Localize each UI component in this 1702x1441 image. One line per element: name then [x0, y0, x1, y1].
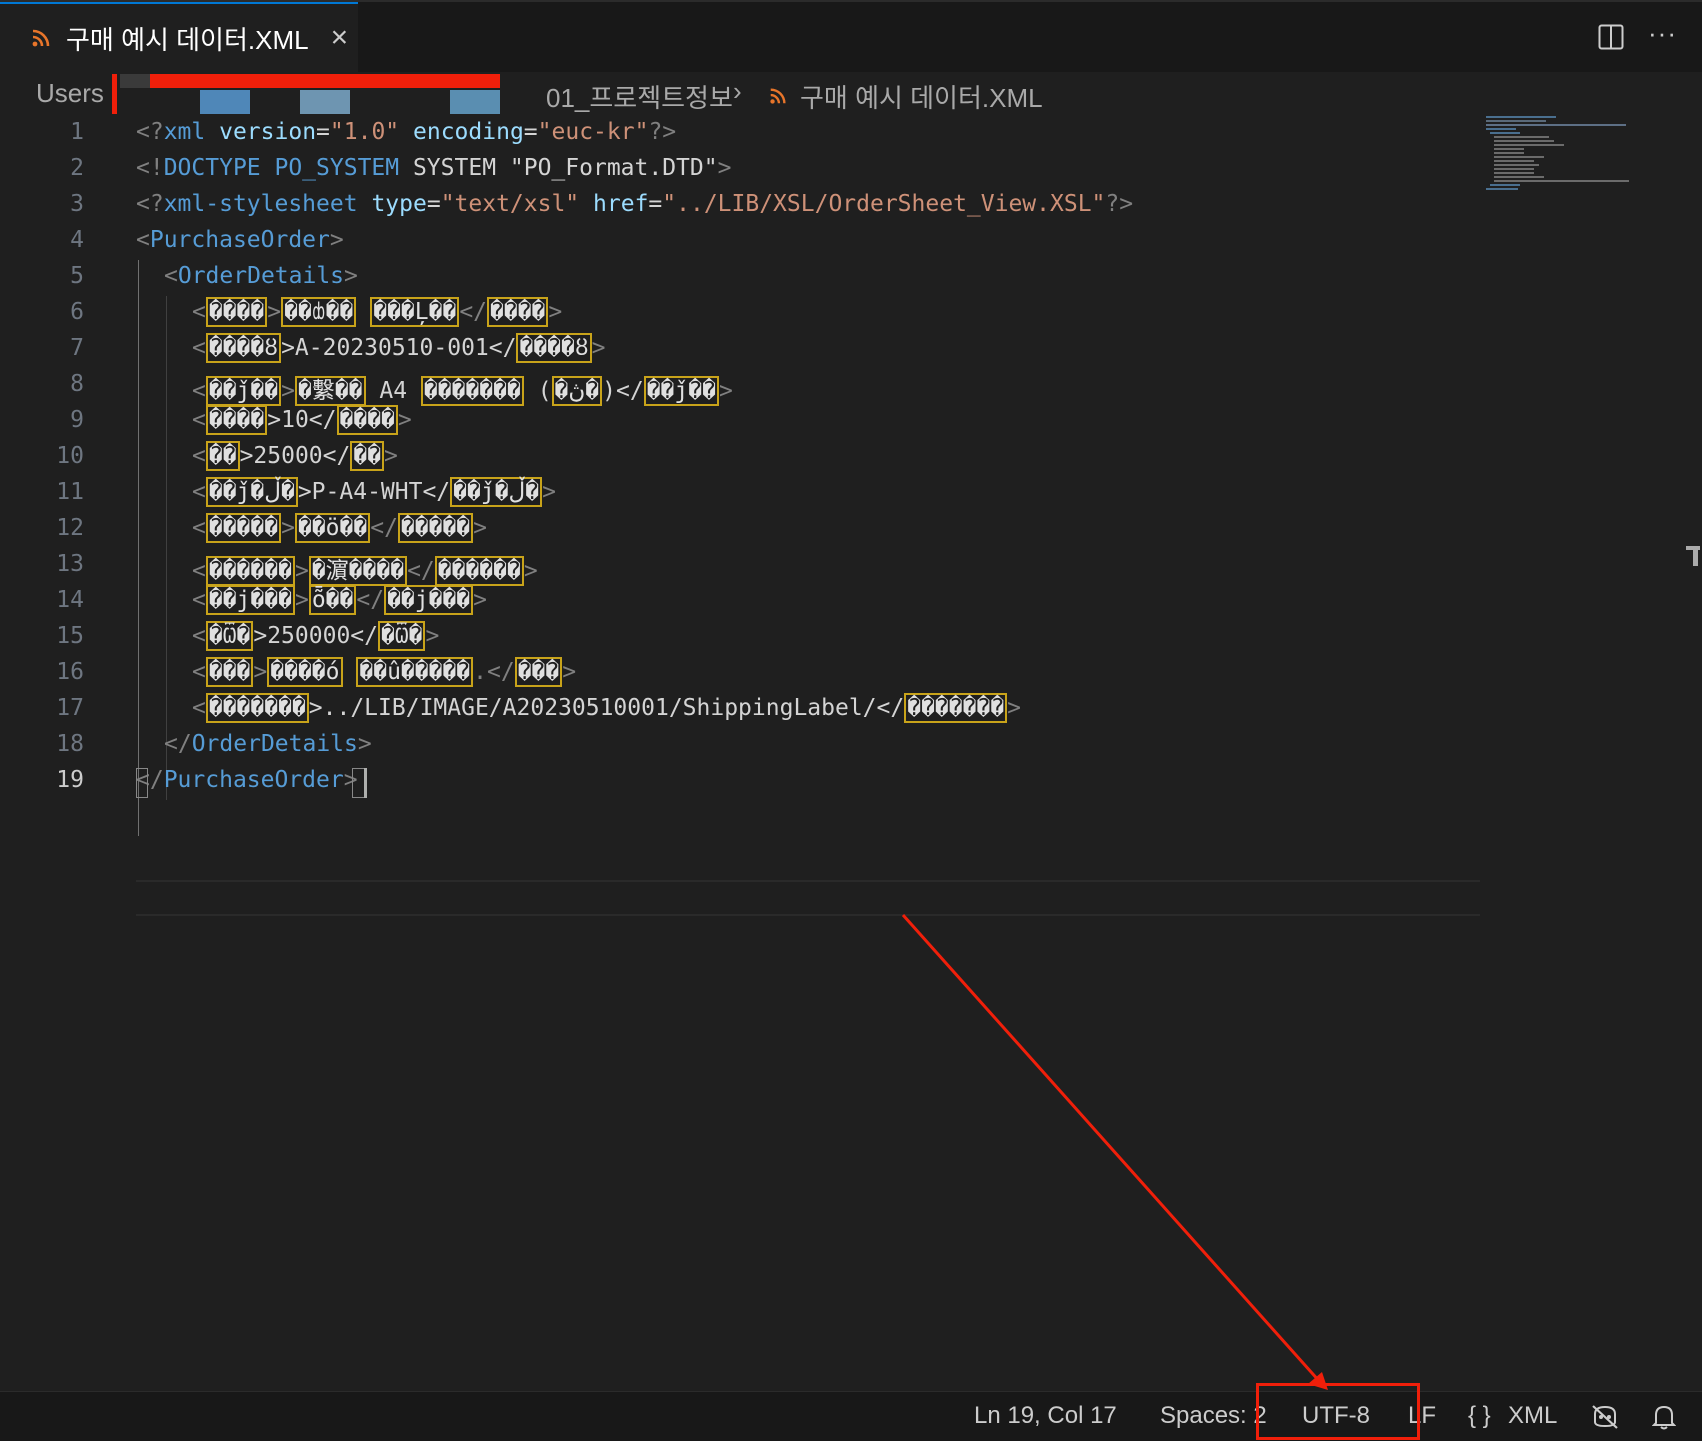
- annotation-highlight-box: [1256, 1383, 1420, 1440]
- cursor-position[interactable]: Ln 19, Col 17: [974, 1402, 1117, 1430]
- code-line: 8 < ��ǰ�� > �繫�� A4 ������� (�ڽ�)</��ǰ�� >: [0, 368, 1480, 406]
- code-line: 12 < ����� > ��ö�� </����� >: [0, 512, 1480, 548]
- code-line: 5 <OrderDetails>: [0, 260, 1480, 296]
- code-text[interactable]: <?xml version="1.0" encoding="euc-kr"?>: [136, 119, 676, 145]
- code-line: 2 <!DOCTYPE PO_SYSTEM SYSTEM "PO_Format.…: [0, 152, 1480, 188]
- code-line: 16 < ��� > ����ó ��û����� .</��� >: [0, 656, 1480, 692]
- line-number: 18: [56, 731, 84, 757]
- code-text[interactable]: < ��� > ����ó ��û����� .</��� >: [192, 657, 576, 687]
- code-text[interactable]: < ��ǰ�ڵ� >P-A4-WHT</��ǰ�ڵ� >: [192, 477, 556, 507]
- code-text[interactable]: < ����ȣ >A-20230510-001</����ȣ >: [192, 333, 606, 363]
- code-text[interactable]: < ����� > ��ö�� </����� >: [192, 513, 487, 543]
- indentation[interactable]: Spaces: 2: [1160, 1402, 1267, 1430]
- code-line: 9 < ���� >10</���� >: [0, 404, 1480, 440]
- code-line: 14 < ��ϳ��� > ȭ�� </��ϳ��� >: [0, 584, 1480, 620]
- close-icon[interactable]: ×: [331, 23, 349, 53]
- split-editor-icon[interactable]: [1598, 24, 1624, 50]
- line-number: 13: [56, 551, 84, 577]
- tab-purchase-xml[interactable]: 구매 예시 데이터.XML ×: [0, 2, 358, 72]
- tab-title: 구매 예시 데이터.XML: [66, 24, 309, 55]
- code-text[interactable]: < �Ѿ� >250000</�Ѿ� >: [192, 621, 439, 651]
- current-line-highlight: [136, 880, 1480, 916]
- line-number: 12: [56, 515, 84, 541]
- line-number: 11: [56, 479, 84, 505]
- code-line: 1 <?xml version="1.0" encoding="euc-kr"?…: [0, 116, 1480, 152]
- line-number: 19: [56, 767, 84, 793]
- code-text[interactable]: < ���� > ��ȸ�� ���Ļ�� </���� >: [192, 297, 562, 327]
- minimap[interactable]: [1484, 116, 1634, 206]
- line-number: 14: [56, 587, 84, 613]
- code-text[interactable]: < ������� >../LIB/IMAGE/A20230510001/Shipp…: [192, 693, 1021, 723]
- status-bar: Ln 19, Col 17 Spaces: 2 UTF-8 LF { } XML: [0, 1391, 1702, 1441]
- overview-ruler-marker: [1686, 546, 1700, 566]
- code-text[interactable]: </PurchaseOrder>: [136, 767, 358, 793]
- line-number: 17: [56, 695, 84, 721]
- line-number: 2: [70, 155, 84, 181]
- language-mode[interactable]: XML: [1508, 1402, 1557, 1430]
- line-number: 10: [56, 443, 84, 469]
- redaction-mark: [112, 74, 500, 114]
- code-text[interactable]: </OrderDetails>: [164, 731, 372, 757]
- line-number: 4: [70, 227, 84, 253]
- code-line: 6 < ���� > ��ȸ�� ���Ļ�� </���� >: [0, 296, 1480, 332]
- breadcrumb-users[interactable]: Users: [36, 78, 104, 109]
- code-line: 18 </OrderDetails>: [0, 728, 1480, 764]
- rss-icon: [770, 88, 786, 104]
- code-text[interactable]: < �� >25000</�� >: [192, 441, 398, 471]
- rss-icon: [32, 29, 50, 47]
- code-text[interactable]: <?xml-stylesheet type="text/xsl" href=".…: [136, 191, 1133, 217]
- breadcrumb-file[interactable]: 구매 예시 데이터.XML: [800, 78, 1043, 115]
- copilot-disabled-icon[interactable]: [1590, 1404, 1620, 1430]
- breadcrumb-folder[interactable]: 01_프로젝트정보: [546, 78, 733, 115]
- bracket-match-highlight: [136, 768, 148, 798]
- code-editor[interactable]: 1 <?xml version="1.0" encoding="euc-kr"?…: [0, 116, 1702, 1391]
- line-number: 5: [70, 263, 84, 289]
- braces-icon: { }: [1468, 1402, 1491, 1429]
- line-number: 9: [70, 407, 84, 433]
- code-line: 15 < �Ѿ� >250000</�Ѿ� >: [0, 620, 1480, 656]
- code-text[interactable]: < ��ϳ��� > ȭ�� </��ϳ��� >: [192, 585, 487, 615]
- code-line: 13 < ������ > �濵���� </������ >: [0, 548, 1480, 586]
- code-line: 10 < �� >25000</�� >: [0, 440, 1480, 476]
- code-line: 7 < ����ȣ >A-20230510-001</����ȣ >: [0, 332, 1480, 368]
- line-number: 16: [56, 659, 84, 685]
- code-text[interactable]: <OrderDetails>: [164, 263, 358, 289]
- code-text[interactable]: < ��ǰ�� > �繫�� A4 ������� (�ڽ�)</��ǰ�� >: [192, 371, 733, 406]
- code-line: 4 <PurchaseOrder>: [0, 224, 1480, 260]
- bell-icon[interactable]: [1652, 1403, 1676, 1431]
- chevron-right-icon: ›: [733, 76, 742, 106]
- code-text[interactable]: < ���� >10</���� >: [192, 405, 412, 435]
- line-number: 3: [70, 191, 84, 217]
- more-actions-icon[interactable]: ···: [1648, 18, 1677, 49]
- text-cursor: [364, 768, 367, 798]
- line-number: 1: [70, 119, 84, 145]
- breadcrumb: Users 01_프로젝트정보 › 구매 예시 데이터.XML: [0, 72, 1702, 116]
- line-number: 8: [70, 371, 84, 397]
- tab-bar: 구매 예시 데이터.XML × ···: [0, 2, 1702, 72]
- line-number: 6: [70, 299, 84, 325]
- line-number: 15: [56, 623, 84, 649]
- code-line: 11 < ��ǰ�ڵ� >P-A4-WHT</��ǰ�ڵ� >: [0, 476, 1480, 512]
- code-line: 17 < ������� >../LIB/IMAGE/A20230510001/Sh…: [0, 692, 1480, 728]
- code-text[interactable]: <PurchaseOrder>: [136, 227, 344, 253]
- code-line-active: 19 </PurchaseOrder>: [0, 764, 1480, 800]
- code-text[interactable]: < ������ > �濵���� </������ >: [192, 551, 538, 586]
- code-line: 3 <?xml-stylesheet type="text/xsl" href=…: [0, 188, 1480, 224]
- code-text[interactable]: <!DOCTYPE PO_SYSTEM SYSTEM "PO_Format.DT…: [136, 155, 731, 181]
- line-number: 7: [70, 335, 84, 361]
